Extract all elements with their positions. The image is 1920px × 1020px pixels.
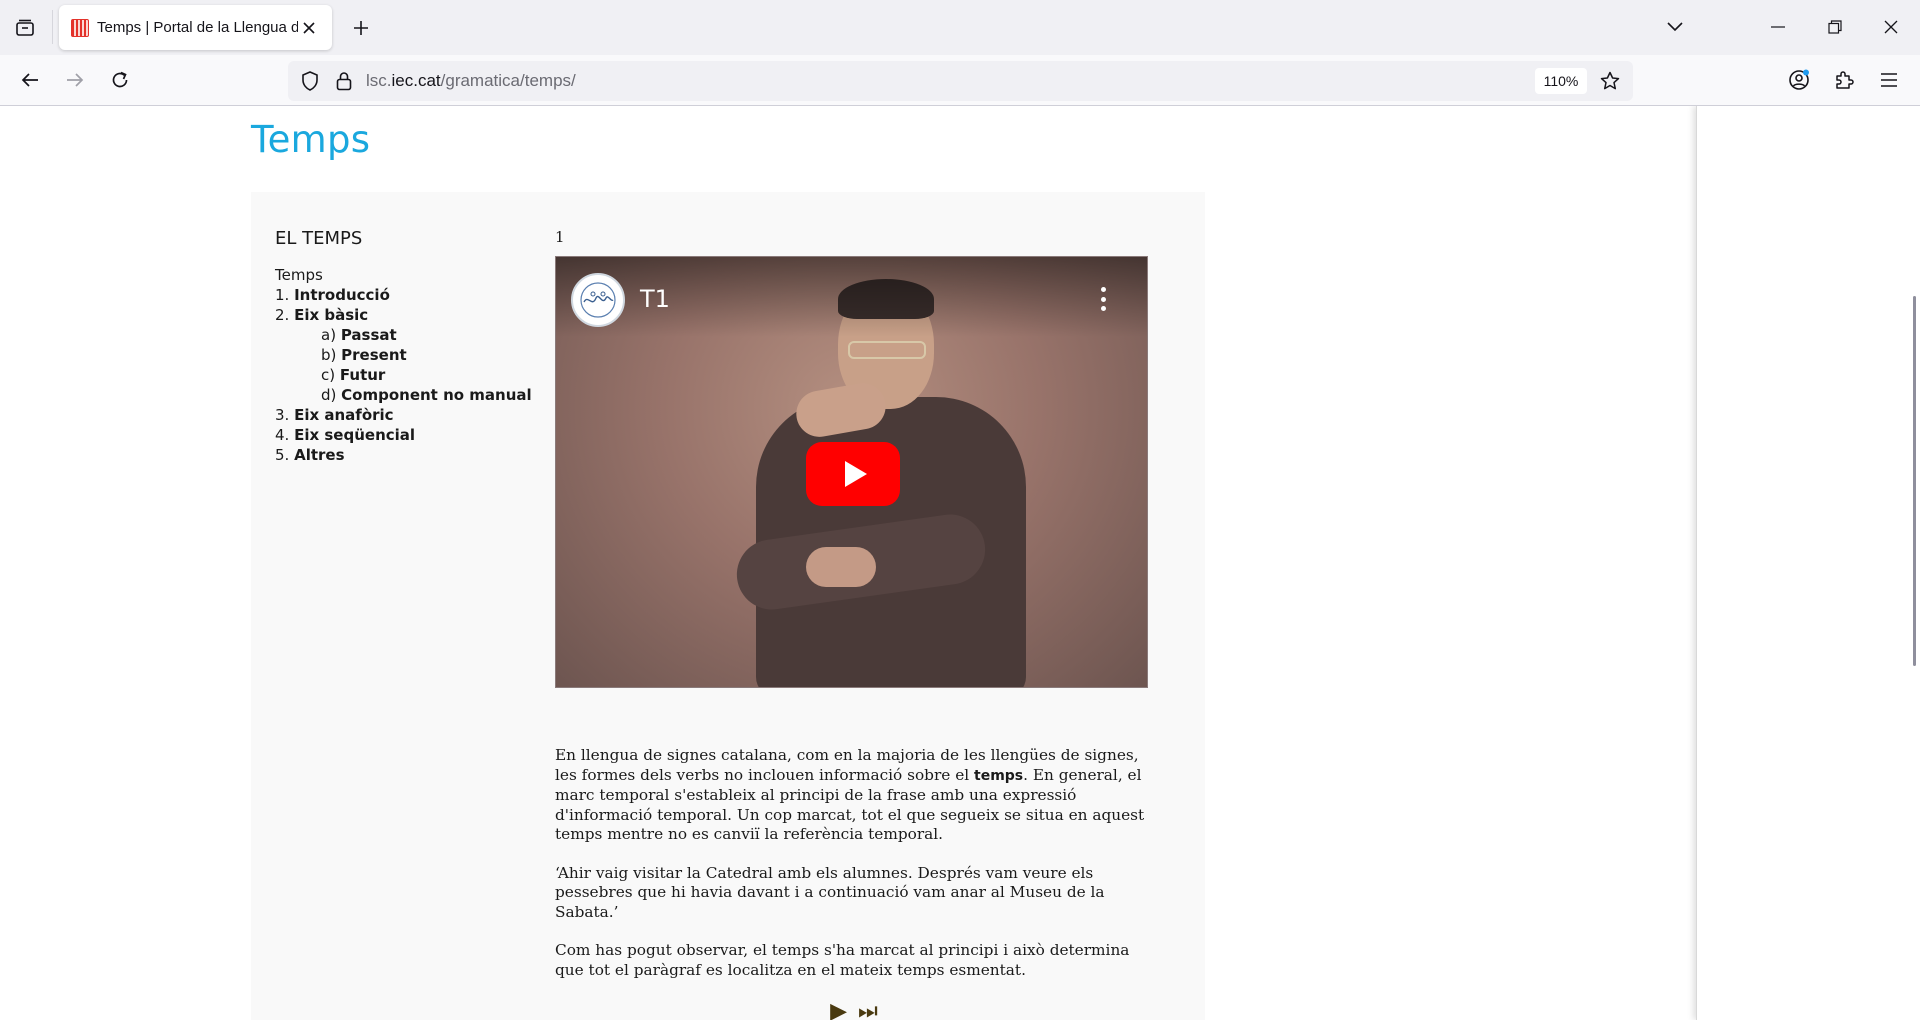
- new-tab-button[interactable]: [346, 14, 376, 42]
- tab-list-button[interactable]: [10, 14, 40, 42]
- zoom-reset-button[interactable]: 110%: [1535, 68, 1587, 94]
- toc-item-introduccio[interactable]: 1. Introducció: [275, 285, 535, 305]
- reload-button[interactable]: [103, 63, 137, 97]
- plus-icon: [354, 21, 368, 35]
- puzzle-icon: [1836, 71, 1854, 89]
- toc-item-altres[interactable]: 5. Altres: [275, 445, 535, 465]
- site-info-button[interactable]: [332, 69, 356, 93]
- bookmark-button[interactable]: [1598, 69, 1622, 93]
- hamburger-menu-icon: [1881, 73, 1897, 87]
- account-icon: [1789, 69, 1809, 90]
- lock-icon: [336, 72, 352, 91]
- app-menu-button[interactable]: [1872, 63, 1906, 97]
- page-viewport: Temps EL TEMPS Temps 1. Introducció 2. E…: [0, 106, 1920, 1020]
- page-side-margin: [1696, 106, 1920, 1020]
- video-more-options-button[interactable]: [1099, 287, 1107, 311]
- minimize-window-button[interactable]: [1758, 10, 1798, 44]
- url-path: /gramatica/temps/: [440, 71, 576, 90]
- table-of-contents: EL TEMPS Temps 1. Introducció 2. Eix bàs…: [275, 228, 535, 465]
- youtube-play-button[interactable]: [806, 442, 900, 506]
- chevron-down-icon: [1667, 22, 1683, 32]
- restore-icon: [1828, 20, 1842, 34]
- content-panel: EL TEMPS Temps 1. Introducció 2. Eix bàs…: [251, 192, 1205, 1020]
- scrollbar-thumb[interactable]: [1913, 296, 1916, 666]
- tab-close-button[interactable]: [298, 17, 320, 39]
- page-title: Temps: [251, 118, 371, 161]
- channel-logo-icon: [580, 282, 616, 318]
- restore-window-button[interactable]: [1815, 10, 1855, 44]
- next-track-icon[interactable]: ⏭: [858, 999, 880, 1020]
- video-frame-hand: [806, 547, 876, 587]
- url-prefix: lsc.: [366, 71, 392, 90]
- toc-item-eix-sequencial[interactable]: 4. Eix seqüencial: [275, 425, 535, 445]
- address-bar[interactable]: lsc.iec.cat/gramatica/temps/ 110%: [288, 61, 1633, 101]
- dot-icon: [1100, 306, 1106, 311]
- tab-strip: Temps | Portal de la Llengua de: [0, 0, 1920, 55]
- star-icon: [1600, 71, 1620, 90]
- tracking-protection-button[interactable]: [298, 69, 322, 93]
- media-controls: ▶ ⏭: [555, 999, 1155, 1020]
- toc-item-eix-anaforic[interactable]: 3. Eix anafòric: [275, 405, 535, 425]
- bold-term-temps: temps: [974, 767, 1024, 784]
- play-icon[interactable]: ▶: [830, 999, 849, 1020]
- youtube-video-player[interactable]: T1: [555, 256, 1148, 688]
- tab-list-icon: [16, 19, 34, 36]
- dot-icon: [1100, 296, 1106, 302]
- toc-root-link[interactable]: Temps: [275, 265, 535, 285]
- account-button[interactable]: [1782, 63, 1816, 97]
- forward-button[interactable]: [58, 63, 92, 97]
- back-button[interactable]: [13, 63, 47, 97]
- paragraph-1: En llengua de signes catalana, com en la…: [555, 746, 1145, 843]
- tab-title: Temps | Portal de la Llengua de: [97, 19, 298, 36]
- browser-tab-active[interactable]: Temps | Portal de la Llengua de: [59, 5, 332, 50]
- paragraph-2: ‘Ahir vaig visitar la Catedral amb els a…: [555, 863, 1105, 921]
- close-window-button[interactable]: [1871, 10, 1911, 44]
- minimize-icon: [1771, 26, 1785, 28]
- url-domain: iec.cat: [391, 71, 441, 90]
- toc-item-passat[interactable]: a) Passat: [275, 325, 535, 345]
- arrow-right-icon: [67, 73, 84, 87]
- video-number: 1: [555, 228, 565, 246]
- site-favicon-icon: [71, 18, 89, 37]
- video-frame-glasses: [848, 341, 926, 359]
- toc-item-eix-basic[interactable]: 2. Eix bàsic: [275, 305, 535, 325]
- list-all-tabs-button[interactable]: [1655, 10, 1695, 44]
- article-text: En llengua de signes catalana, com en la…: [555, 746, 1155, 980]
- navigation-toolbar: lsc.iec.cat/gramatica/temps/ 110%: [0, 55, 1920, 106]
- close-icon: [303, 21, 315, 34]
- dot-icon: [1100, 287, 1106, 292]
- arrow-left-icon: [21, 73, 38, 87]
- extensions-button[interactable]: [1827, 63, 1861, 97]
- tab-separator: [52, 10, 53, 44]
- url-text[interactable]: lsc.iec.cat/gramatica/temps/: [366, 71, 576, 91]
- close-icon: [1884, 20, 1898, 34]
- toc-item-present[interactable]: b) Present: [275, 345, 535, 365]
- toc-item-futur[interactable]: c) Futur: [275, 365, 535, 385]
- channel-avatar[interactable]: [571, 273, 625, 327]
- main-column: 1 T1 En llengua de signes catalana, com …: [555, 228, 1155, 1020]
- paragraph-3: Com has pogut observar, el temps s'ha ma…: [555, 941, 1130, 979]
- toc-item-component-no-manual[interactable]: d) Component no manual: [275, 385, 535, 405]
- video-title[interactable]: T1: [640, 285, 670, 313]
- toc-heading: EL TEMPS: [275, 228, 363, 249]
- shield-icon: [302, 71, 318, 91]
- reload-icon: [112, 71, 128, 88]
